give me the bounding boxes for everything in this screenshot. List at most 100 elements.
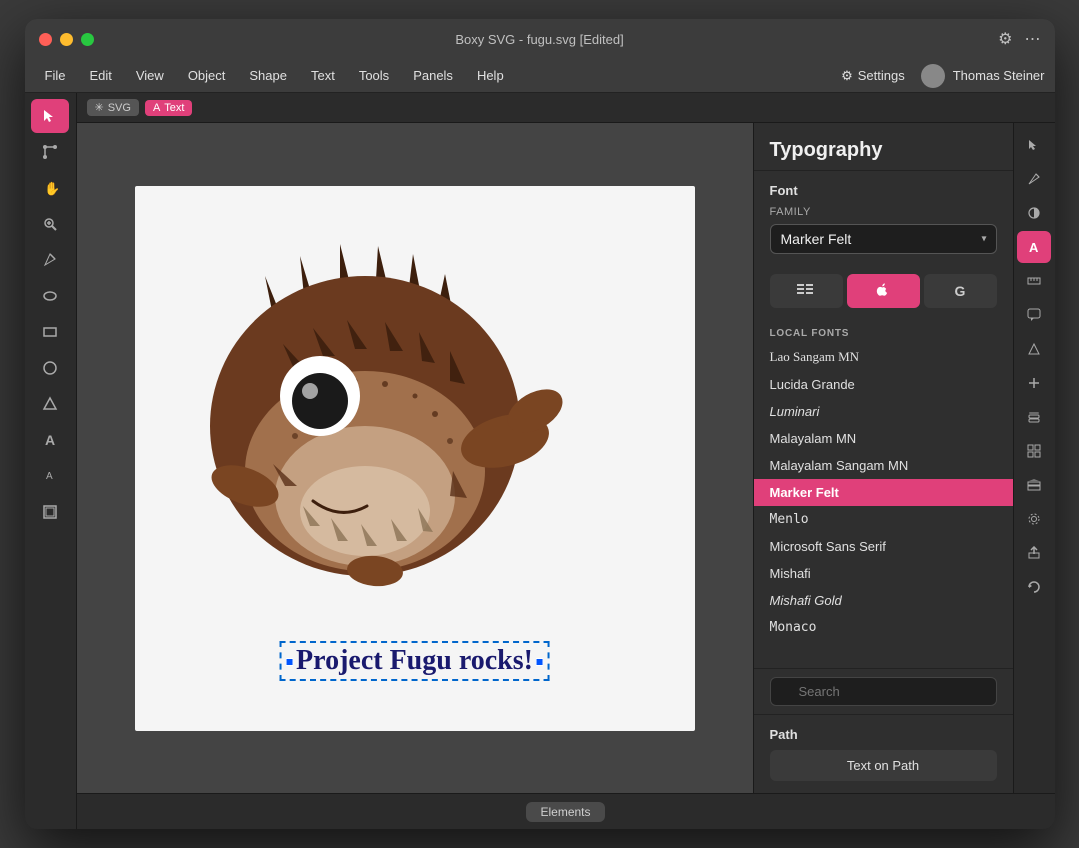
canvas-text-content: Project Fugu rocks! [296, 645, 533, 676]
font-source-tabs: G [770, 274, 997, 308]
menu-file[interactable]: File [35, 64, 76, 87]
menu-shape[interactable]: Shape [239, 64, 297, 87]
tab-svg-label: SVG [108, 102, 131, 114]
text-handle-right [536, 658, 544, 666]
menu-text[interactable]: Text [301, 64, 345, 87]
more-icon[interactable]: ⋯ [1025, 29, 1041, 49]
font-item[interactable]: Mishafi Gold [754, 587, 1013, 614]
path-section: Path Text on Path [754, 714, 1013, 793]
canvas-panel-row: Project Fugu rocks! Typography Font Fami… [77, 123, 1055, 793]
search-area: 🔍 [754, 668, 1013, 714]
tab-text-label: Text [164, 102, 184, 114]
tool-ellipse[interactable] [31, 279, 69, 313]
tool-frame[interactable] [31, 495, 69, 529]
traffic-lights [39, 33, 94, 46]
main-area: ✋ A A [25, 93, 1055, 829]
font-item[interactable]: Malayalam Sangam MN [754, 452, 1013, 479]
font-family-dropdown[interactable]: Marker Felt [770, 224, 997, 254]
typography-panel: Typography Font Family Marker Felt ▾ [753, 123, 1013, 793]
right-tool-comment[interactable] [1017, 299, 1051, 331]
menubar-right: ⚙ Settings Thomas Steiner [841, 64, 1044, 88]
text-tab-icon: A [153, 102, 160, 114]
content-area: ✳ SVG A Text [77, 93, 1055, 829]
minimize-button[interactable] [60, 33, 73, 46]
right-tool-pen[interactable] [1017, 163, 1051, 195]
app-window: Boxy SVG - fugu.svg [Edited] ⚙ ⋯ File Ed… [25, 19, 1055, 829]
svg-text:A: A [45, 432, 55, 448]
font-item[interactable]: Luminari [754, 398, 1013, 425]
left-toolbar: ✋ A A [25, 93, 77, 829]
font-item[interactable]: Monaco [754, 614, 1013, 641]
tool-hand[interactable]: ✋ [31, 171, 69, 205]
close-button[interactable] [39, 33, 52, 46]
puzzle-icon[interactable]: ⚙ [998, 29, 1012, 49]
avatar [921, 64, 945, 88]
right-tool-pointer[interactable] [1017, 129, 1051, 161]
font-section-label: Font [770, 183, 997, 198]
tab-svg[interactable]: ✳ SVG [87, 99, 139, 116]
right-tool-ruler[interactable] [1017, 265, 1051, 297]
tool-text[interactable]: A [31, 423, 69, 457]
canvas-area[interactable]: Project Fugu rocks! [77, 123, 753, 793]
search-wrapper: 🔍 [770, 677, 997, 706]
list-icon [797, 284, 815, 298]
font-item[interactable]: Lucida Grande [754, 371, 1013, 398]
right-tool-undo[interactable] [1017, 571, 1051, 603]
canvas-text[interactable]: Project Fugu rocks! [279, 641, 550, 681]
user-area: Thomas Steiner [921, 64, 1045, 88]
right-tool-export[interactable] [1017, 537, 1051, 569]
svg-text:A: A [1029, 240, 1039, 254]
settings-button[interactable]: ⚙ Settings [841, 68, 905, 84]
menu-tools[interactable]: Tools [349, 64, 399, 87]
tool-text-small[interactable]: A [31, 459, 69, 493]
font-list: Lao Sangam MN Lucida Grande Luminari Mal… [754, 343, 1013, 668]
svg-text:✋: ✋ [44, 181, 58, 196]
right-tool-grid[interactable] [1017, 435, 1051, 467]
right-tool-plus[interactable] [1017, 367, 1051, 399]
bottom-bar: Elements [77, 793, 1055, 829]
right-tool-contrast[interactable] [1017, 197, 1051, 229]
search-input[interactable] [770, 677, 997, 706]
menu-view[interactable]: View [126, 64, 174, 87]
svg-text:A: A [46, 471, 53, 482]
window-title: Boxy SVG - fugu.svg [Edited] [455, 32, 623, 47]
tool-pen[interactable] [31, 243, 69, 277]
font-item[interactable]: Mishafi [754, 560, 1013, 587]
right-tool-triangle[interactable] [1017, 333, 1051, 365]
maximize-button[interactable] [81, 33, 94, 46]
font-tab-list[interactable] [770, 274, 843, 308]
right-tool-gear[interactable] [1017, 503, 1051, 535]
font-item[interactable]: Lao Sangam MN [754, 343, 1013, 371]
text-on-path-button[interactable]: Text on Path [770, 750, 997, 781]
font-item[interactable]: Microsoft Sans Serif [754, 533, 1013, 560]
selected-font-name: Marker Felt [781, 231, 852, 247]
tool-select[interactable] [31, 99, 69, 133]
menu-object[interactable]: Object [178, 64, 236, 87]
font-item[interactable]: Malayalam MN [754, 425, 1013, 452]
font-item-marker-felt[interactable]: Marker Felt [754, 479, 1013, 506]
svg-icon: ✳ [95, 101, 104, 114]
right-tool-library[interactable] [1017, 469, 1051, 501]
tool-node[interactable] [31, 135, 69, 169]
tab-area: ✳ SVG A Text [77, 93, 1055, 123]
tool-rect[interactable] [31, 315, 69, 349]
font-tab-apple[interactable] [847, 274, 920, 308]
tool-circle[interactable] [31, 351, 69, 385]
menu-help[interactable]: Help [467, 64, 514, 87]
right-tool-layers[interactable] [1017, 401, 1051, 433]
font-tabs-section: G [754, 262, 1013, 324]
font-section: Font Family Marker Felt ▾ [754, 171, 1013, 262]
menu-panels[interactable]: Panels [403, 64, 463, 87]
menu-edit[interactable]: Edit [79, 64, 121, 87]
font-tab-google[interactable]: G [924, 274, 997, 308]
elements-button[interactable]: Elements [526, 802, 604, 822]
font-item[interactable]: Menlo [754, 506, 1013, 533]
tool-zoom[interactable] [31, 207, 69, 241]
settings-icon: ⚙ [841, 68, 853, 84]
text-handle-left [285, 658, 293, 666]
google-icon: G [955, 283, 966, 299]
right-tool-typography[interactable]: A [1017, 231, 1051, 263]
canvas-bg: Project Fugu rocks! [135, 186, 695, 731]
tab-text[interactable]: A Text [145, 100, 193, 116]
tool-triangle[interactable] [31, 387, 69, 421]
